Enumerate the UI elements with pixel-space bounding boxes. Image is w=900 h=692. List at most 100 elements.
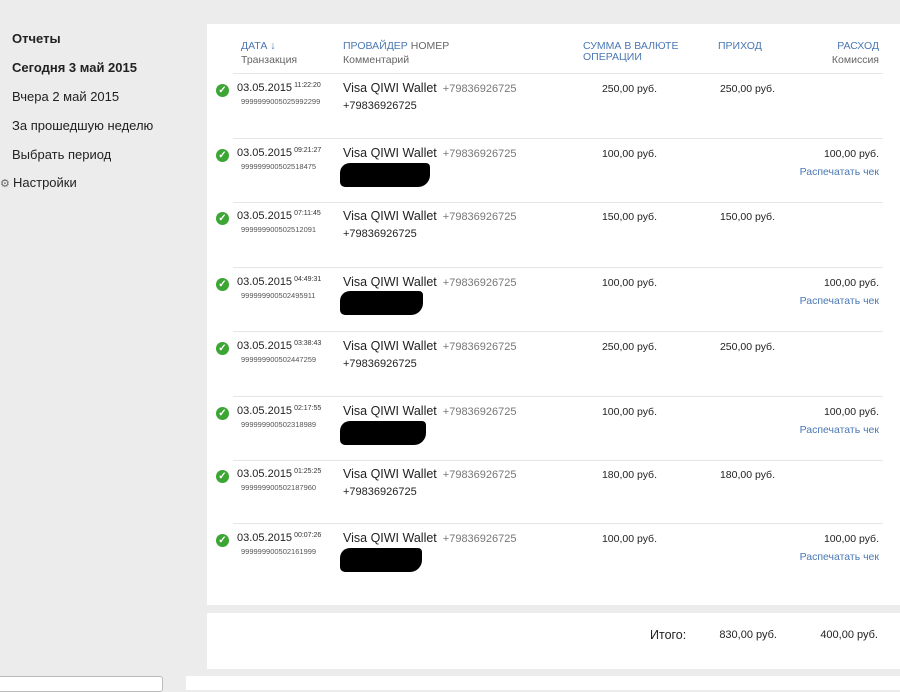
- sidebar-item-choose-period[interactable]: Выбрать период: [12, 147, 111, 162]
- header-provider-label[interactable]: ПРОВАЙДЕР: [343, 40, 408, 52]
- row-number: +79836926725: [442, 83, 517, 95]
- check-circle-icon: ✓: [216, 470, 229, 483]
- row-amount: 100,00 руб.: [601, 406, 657, 418]
- row-date: 03.05.2015 04:49:31: [237, 276, 322, 288]
- header-income-label: ПРИХОД: [718, 40, 762, 52]
- row-date: 03.05.2015 00:07:26: [237, 532, 322, 544]
- check-circle-icon: ✓: [216, 407, 229, 420]
- row-provider: Visa QIWI Wallet +79836926725: [343, 209, 517, 223]
- row-expense: 100,00 руб.: [823, 277, 879, 289]
- row-provider: Visa QIWI Wallet +79836926725: [343, 339, 517, 353]
- row-amount: 150,00 руб.: [601, 211, 657, 223]
- row-date: 03.05.2015 11:22:20: [237, 82, 321, 94]
- row-divider: [233, 202, 883, 203]
- row-time: 04:49:31: [294, 276, 322, 283]
- row-comment: +79836926725: [343, 486, 417, 498]
- print-receipt-link[interactable]: Распечатать чек: [779, 424, 879, 436]
- check-circle-icon: ✓: [216, 278, 229, 291]
- row-date: 03.05.2015 01:25:25: [237, 468, 322, 480]
- transactions-panel: ДАТА ↓ Транзакция ПРОВАЙДЕР НОМЕР Коммен…: [207, 24, 900, 605]
- row-divider: [233, 138, 883, 139]
- check-circle-icon: ✓: [216, 534, 229, 547]
- row-number: +79836926725: [442, 211, 517, 223]
- sidebar-item-settings[interactable]: ⚙ Настройки: [0, 175, 77, 190]
- row-amount: 250,00 руб.: [601, 83, 657, 95]
- check-circle-icon: ✓: [216, 342, 229, 355]
- row-amount: 100,00 руб.: [601, 533, 657, 545]
- row-provider: Visa QIWI Wallet +79836926725: [343, 467, 517, 481]
- totals-income: 830,00 руб.: [719, 629, 777, 641]
- row-provider: Visa QIWI Wallet +79836926725: [343, 146, 517, 160]
- print-receipt-link[interactable]: Распечатать чек: [779, 295, 879, 307]
- header-op-amount[interactable]: СУММА В ВАЛЮТЕ ОПЕРАЦИИ: [583, 41, 678, 63]
- header-expense-label: РАСХОД: [837, 40, 879, 52]
- row-date: 03.05.2015 02:17:55: [237, 405, 322, 417]
- redacted-comment: [340, 421, 426, 445]
- totals-bar: Итого: 830,00 руб. 400,00 руб.: [207, 613, 900, 669]
- header-comment: Комментарий: [343, 54, 410, 66]
- row-number: +79836926725: [442, 406, 517, 418]
- row-time: 03:38:43: [294, 340, 322, 347]
- header-transaction: Транзакция: [241, 54, 298, 66]
- print-receipt-link[interactable]: Распечатать чек: [779, 551, 879, 563]
- header-date[interactable]: ДАТА ↓ Транзакция: [241, 41, 297, 66]
- header-op-amount-line2: ОПЕРАЦИИ: [583, 51, 642, 63]
- sidebar: Отчеты Сегодня 3 май 2015 Вчера 2 май 20…: [0, 0, 200, 683]
- header-date-label[interactable]: ДАТА ↓: [241, 41, 297, 52]
- row-transaction-id: 999999900502495911: [241, 291, 316, 300]
- row-transaction-id: 999999900502318989: [241, 420, 317, 429]
- row-transaction-id: 999999900502187960: [241, 483, 317, 492]
- header-number-label: НОМЕР: [410, 40, 450, 52]
- sidebar-item-reports[interactable]: Отчеты: [12, 31, 61, 46]
- row-number: +79836926725: [442, 148, 517, 160]
- row-time: 09:21:27: [294, 147, 322, 154]
- row-provider: Visa QIWI Wallet +79836926725: [343, 404, 517, 418]
- row-transaction-id: 999999900502518475: [241, 162, 317, 171]
- row-comment: +79836926725: [343, 228, 417, 240]
- header-provider[interactable]: ПРОВАЙДЕР НОМЕР Комментарий: [343, 41, 449, 66]
- bottom-input[interactable]: [0, 676, 163, 692]
- row-income: 250,00 руб.: [719, 83, 775, 95]
- row-time: 11:22:20: [294, 82, 321, 89]
- sidebar-item-last-week[interactable]: За прошедшую неделю: [12, 118, 153, 133]
- gear-icon: ⚙: [0, 178, 10, 190]
- check-circle-icon: ✓: [216, 84, 229, 97]
- row-provider: Visa QIWI Wallet +79836926725: [343, 81, 517, 95]
- row-date: 03.05.2015 03:38:43: [237, 340, 322, 352]
- bottom-panel: [186, 676, 900, 690]
- row-divider: [233, 331, 883, 332]
- sidebar-item-today[interactable]: Сегодня 3 май 2015: [12, 60, 137, 75]
- row-expense: 100,00 руб.: [823, 406, 879, 418]
- row-transaction-id: 999999900502161999: [241, 547, 317, 556]
- header-income[interactable]: ПРИХОД: [718, 41, 762, 52]
- row-transaction-id: 9999999005025992299: [241, 97, 321, 106]
- row-income: 180,00 руб.: [719, 469, 775, 481]
- print-receipt-link[interactable]: Распечатать чек: [779, 166, 879, 178]
- row-income: 250,00 руб.: [719, 341, 775, 353]
- row-number: +79836926725: [442, 533, 517, 545]
- sidebar-item-yesterday[interactable]: Вчера 2 май 2015: [12, 89, 119, 104]
- row-amount: 100,00 руб.: [601, 277, 657, 289]
- row-time: 00:07:26: [294, 532, 322, 539]
- row-transaction-id: 999999900502512091: [241, 225, 317, 234]
- row-number: +79836926725: [442, 469, 517, 481]
- row-number: +79836926725: [442, 277, 517, 289]
- row-transaction-id: 999999900502447259: [241, 355, 317, 364]
- redacted-comment: [340, 163, 430, 187]
- header-commission: Комиссия: [831, 54, 879, 66]
- header-expense[interactable]: РАСХОД Комиссия: [799, 41, 879, 66]
- row-divider: [233, 460, 883, 461]
- row-time: 01:25:25: [294, 468, 322, 475]
- row-amount: 250,00 руб.: [601, 341, 657, 353]
- totals-expense: 400,00 руб.: [820, 629, 878, 641]
- row-divider: [233, 267, 883, 268]
- row-date: 03.05.2015 09:21:27: [237, 147, 322, 159]
- row-expense: 100,00 руб.: [823, 148, 879, 160]
- row-time: 02:17:55: [294, 405, 322, 412]
- row-amount: 180,00 руб.: [601, 469, 657, 481]
- row-comment: +79836926725: [343, 358, 417, 370]
- header-divider: [233, 73, 883, 74]
- redacted-comment: [340, 548, 422, 572]
- row-provider: Visa QIWI Wallet +79836926725: [343, 275, 517, 289]
- row-expense: 100,00 руб.: [823, 533, 879, 545]
